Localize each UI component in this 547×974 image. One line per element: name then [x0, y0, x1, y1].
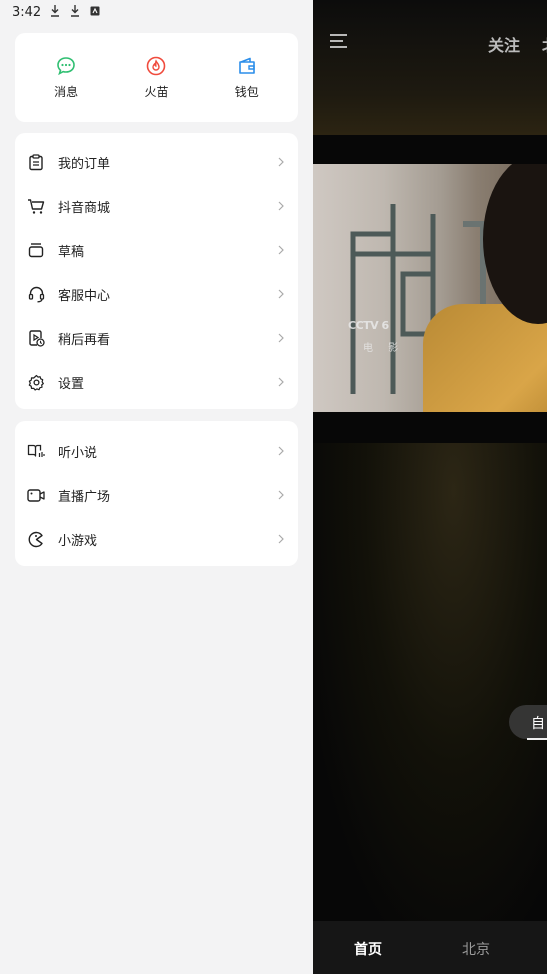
chevron-right-icon	[278, 333, 284, 343]
gear-icon	[27, 373, 45, 391]
menu-item-label: 设置	[58, 376, 85, 392]
menu-item-label: 稍后再看	[58, 332, 111, 348]
message-icon	[57, 57, 75, 76]
headset-icon	[27, 285, 45, 303]
chevron-right-icon	[278, 245, 284, 255]
nav-city[interactable]: 北京	[462, 939, 490, 959]
feed-lower-area	[313, 443, 547, 921]
cart-icon	[27, 197, 45, 215]
video-feed-background[interactable]: 关注 北 CCTV 6 电 影 自	[313, 0, 547, 974]
menu-item-live-plaza[interactable]: 直播广场	[15, 473, 298, 517]
watch-later-icon	[27, 329, 45, 347]
game-icon	[27, 530, 45, 548]
download-icon	[49, 4, 61, 20]
live-icon	[27, 486, 45, 504]
chevron-right-icon	[278, 446, 284, 456]
quick-action-label: 钱包	[234, 85, 259, 99]
menu-item-label: 客服中心	[58, 288, 111, 304]
menu-item-label: 听小说	[58, 445, 98, 461]
order-icon	[27, 153, 45, 171]
bottom-nav	[313, 921, 547, 974]
status-bar: 3:42	[0, 0, 313, 24]
tab-city-partial[interactable]: 北	[542, 32, 547, 56]
chevron-right-icon	[278, 377, 284, 387]
quick-action-wallet[interactable]: 钱包	[207, 55, 287, 100]
menu-item-orders[interactable]: 我的订单	[15, 140, 298, 184]
sim-icon	[89, 6, 101, 19]
quick-action-flame[interactable]: 火苗	[116, 55, 196, 100]
menu-item-audiobooks[interactable]: 听小说	[15, 429, 298, 473]
tab-follow[interactable]: 关注	[488, 32, 520, 56]
chevron-right-icon	[278, 289, 284, 299]
pill-underline	[527, 738, 547, 740]
quick-action-label: 消息	[54, 85, 79, 99]
menu-item-watch-later[interactable]: 稍后再看	[15, 316, 298, 360]
channel-logo: CCTV 6	[348, 319, 389, 332]
nav-home[interactable]: 首页	[354, 939, 382, 959]
menu-item-mall[interactable]: 抖音商城	[15, 184, 298, 228]
menu-item-label: 我的订单	[58, 156, 111, 172]
pill-label: 自	[531, 716, 545, 732]
chevron-right-icon	[278, 490, 284, 500]
menu-card-secondary: 听小说 直播广场 小游戏	[15, 421, 298, 566]
flame-icon	[147, 56, 166, 76]
menu-item-drafts[interactable]: 草稿	[15, 228, 298, 272]
menu-item-label: 草稿	[58, 244, 85, 260]
chevron-right-icon	[278, 157, 284, 167]
side-drawer: 3:42 消息 火苗 钱包 我的订单 抖音商城 草稿 客服中心 稍后再看 设置 …	[0, 0, 313, 974]
status-time: 3:42	[12, 4, 42, 20]
channel-logo-sub: 电 影	[363, 343, 405, 354]
menu-item-mini-games[interactable]: 小游戏	[15, 517, 298, 561]
quick-action-messages[interactable]: 消息	[26, 55, 106, 100]
menu-item-label: 直播广场	[58, 489, 111, 505]
video-frame: CCTV 6 电 影	[313, 164, 547, 412]
hamburger-menu-icon[interactable]	[329, 33, 349, 49]
menu-item-settings[interactable]: 设置	[15, 360, 298, 404]
drafts-icon	[27, 241, 45, 259]
chevron-right-icon	[278, 534, 284, 544]
quick-action-label: 火苗	[144, 85, 169, 99]
audiobook-icon	[27, 442, 45, 460]
feed-header	[313, 0, 547, 135]
wallet-icon	[239, 57, 255, 74]
menu-item-label: 抖音商城	[58, 200, 111, 216]
download-icon	[69, 4, 81, 20]
menu-item-customer-service[interactable]: 客服中心	[15, 272, 298, 316]
chevron-right-icon	[278, 201, 284, 211]
menu-item-label: 小游戏	[58, 533, 98, 549]
auto-play-pill[interactable]: 自	[509, 705, 547, 739]
quick-actions-card: 消息 火苗 钱包	[15, 33, 298, 122]
menu-card-primary: 我的订单 抖音商城 草稿 客服中心 稍后再看 设置	[15, 133, 298, 409]
